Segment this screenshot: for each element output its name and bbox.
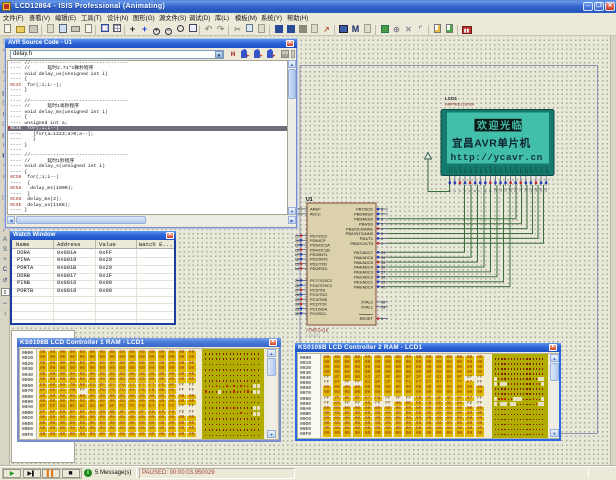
svg-text:17: 17 bbox=[529, 188, 533, 192]
svg-text:16: 16 bbox=[524, 188, 528, 192]
svg-text:6: 6 bbox=[473, 190, 477, 192]
svg-text:13: 13 bbox=[381, 305, 385, 310]
svg-text:PD0/RXD: PD0/RXD bbox=[310, 266, 327, 271]
svg-text:5: 5 bbox=[468, 190, 472, 192]
svg-text:3: 3 bbox=[458, 190, 462, 192]
svg-text:XTAL1: XTAL1 bbox=[361, 305, 374, 310]
svg-text:18: 18 bbox=[534, 188, 538, 192]
svg-text:7: 7 bbox=[478, 190, 482, 192]
svg-text:<TEXT>: <TEXT> bbox=[306, 333, 322, 338]
svg-text:13: 13 bbox=[509, 188, 513, 192]
svg-text:宜昌AVR单片机: 宜昌AVR单片机 bbox=[452, 137, 531, 150]
svg-text:ATMEGA16: ATMEGA16 bbox=[306, 328, 329, 333]
svg-text:22: 22 bbox=[295, 311, 299, 316]
svg-text:PA0/ADC0: PA0/ADC0 bbox=[354, 284, 374, 289]
svg-text:9: 9 bbox=[488, 190, 492, 192]
svg-text:19: 19 bbox=[539, 188, 543, 192]
svg-text:9: 9 bbox=[381, 316, 383, 321]
svg-text:8: 8 bbox=[483, 190, 487, 192]
svg-text:RESET: RESET bbox=[360, 316, 374, 321]
svg-text:PB0/XCK/T0: PB0/XCK/T0 bbox=[350, 241, 373, 246]
svg-text:11: 11 bbox=[499, 188, 503, 192]
svg-text:14: 14 bbox=[514, 188, 518, 192]
svg-text:LCD1: LCD1 bbox=[445, 96, 457, 101]
svg-text:20: 20 bbox=[544, 188, 548, 192]
svg-text:AMPIRE128X64: AMPIRE128X64 bbox=[445, 102, 475, 107]
svg-text:2: 2 bbox=[453, 190, 457, 192]
svg-text:http://ycavr.cn: http://ycavr.cn bbox=[451, 152, 543, 163]
svg-text:10: 10 bbox=[493, 188, 497, 192]
svg-text:12: 12 bbox=[504, 188, 508, 192]
svg-text:欢迎光临: 欢迎光临 bbox=[476, 119, 523, 132]
svg-text:1: 1 bbox=[381, 241, 383, 246]
svg-text:4: 4 bbox=[463, 190, 467, 192]
svg-text:AVCC: AVCC bbox=[310, 212, 321, 217]
svg-text:U1: U1 bbox=[306, 197, 313, 203]
svg-text:15: 15 bbox=[519, 188, 523, 192]
svg-text:1: 1 bbox=[448, 190, 452, 192]
svg-text:PC0/SCL: PC0/SCL bbox=[310, 311, 327, 316]
